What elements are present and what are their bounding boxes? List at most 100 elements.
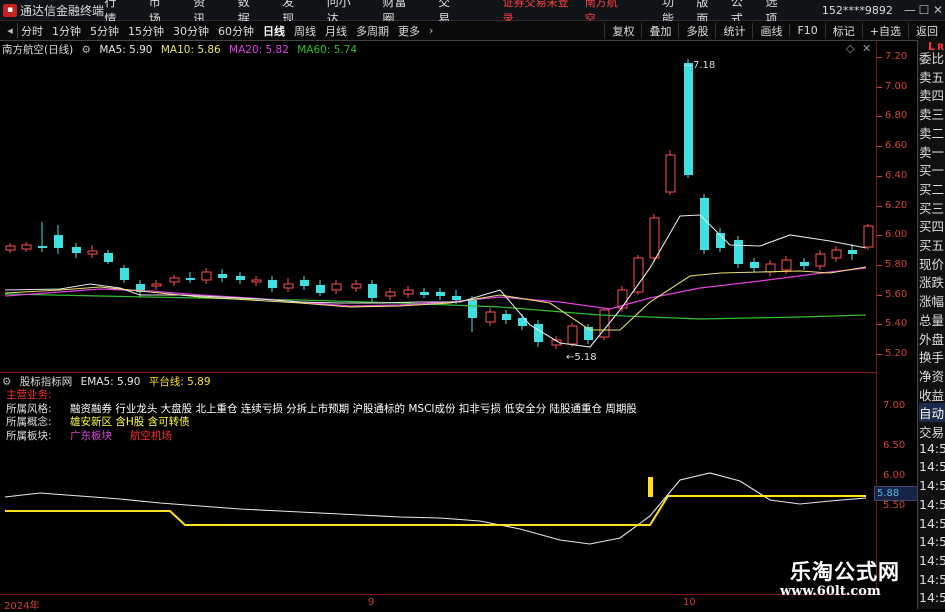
date-label-year: 2024年 — [4, 601, 40, 612]
period-multi[interactable]: 多周期 — [356, 23, 389, 39]
side-label[interactable]: 涨幅 — [919, 291, 945, 310]
side-label[interactable]: 14:56 — [919, 497, 945, 512]
ma20-line — [4, 267, 867, 310]
side-label[interactable]: 收益 — [919, 385, 945, 404]
side-label[interactable]: 换手 — [919, 347, 945, 366]
tool-biaoji[interactable]: 标记 — [824, 22, 862, 39]
high-price-annotation: —7.18 — [683, 60, 715, 71]
side-label[interactable]: 买一 — [919, 160, 945, 179]
period-weekly[interactable]: 周线 — [294, 23, 316, 39]
close-icon[interactable]: ✕ — [931, 3, 945, 17]
ma10-line — [4, 266, 867, 331]
candle-body — [54, 235, 63, 248]
side-label[interactable]: 14:56 — [919, 534, 945, 549]
tool-add-watchlist[interactable]: +自选 — [861, 22, 908, 39]
period-1min[interactable]: 1分钟 — [52, 23, 81, 39]
ema-line — [4, 472, 867, 545]
candle-body — [351, 283, 362, 289]
candle-body — [800, 262, 809, 266]
side-label[interactable]: 买二 — [919, 179, 945, 198]
indicator-current-value: 5.88 — [874, 486, 918, 501]
period-fenshi[interactable]: 分时 — [21, 23, 43, 39]
price-tick: 7.00 — [876, 80, 908, 92]
candle-body — [781, 259, 792, 271]
candle-body — [665, 154, 676, 193]
side-label[interactable]: 净资 — [919, 366, 945, 385]
side-label[interactable]: 卖一 — [919, 142, 945, 161]
candle-body — [468, 300, 477, 318]
side-label[interactable]: 总量 — [919, 310, 945, 329]
side-label[interactable]: 14:56 — [919, 441, 945, 456]
side-label[interactable]: 14:56 — [919, 459, 945, 474]
side-label[interactable]: 14:56 — [919, 572, 945, 587]
user-account[interactable]: 152****9892 — [822, 4, 893, 17]
period-monthly[interactable]: 月线 — [325, 23, 347, 39]
period-60min[interactable]: 60分钟 — [218, 23, 254, 39]
indicator-tick: 7.00 — [883, 400, 906, 411]
price-tick: 6.80 — [876, 110, 908, 122]
candle-body — [5, 245, 16, 251]
low-price-annotation: ←5.18 — [566, 352, 597, 363]
side-label[interactable]: 买三 — [919, 198, 945, 217]
tool-tongji[interactable]: 统计 — [715, 22, 752, 39]
side-label[interactable]: 14:56 — [919, 516, 945, 531]
period-more[interactable]: 更多 — [398, 23, 420, 39]
ma5-line — [4, 214, 867, 348]
candle-body — [268, 280, 277, 288]
side-label[interactable]: 卖四 — [919, 85, 945, 104]
candle-body — [236, 276, 245, 280]
candle-body — [385, 291, 396, 297]
date-axis: 2024年 9 10 — [0, 594, 876, 612]
candlestick-chart[interactable]: —7.18 ←5.18 — [0, 40, 876, 372]
price-tick: 6.00 — [876, 229, 908, 241]
side-label[interactable]: 自动 — [919, 403, 945, 423]
candle-body — [331, 283, 342, 291]
indicator-chart[interactable] — [0, 372, 876, 594]
period-5min[interactable]: 5分钟 — [90, 23, 119, 39]
tool-huaxian[interactable]: 画线 — [752, 22, 789, 39]
candle-body — [218, 274, 227, 278]
tool-fuquan[interactable]: 复权 — [604, 22, 641, 39]
minimize-icon[interactable]: — — [903, 3, 917, 17]
candle-body — [186, 278, 195, 280]
tool-diejia[interactable]: 叠加 — [641, 22, 678, 39]
side-label[interactable]: 委比 — [919, 48, 945, 67]
tool-f10[interactable]: F10 — [789, 24, 824, 37]
candle-body — [403, 289, 414, 295]
indicator-tick: 6.50 — [883, 440, 906, 451]
price-tick: 6.60 — [876, 140, 908, 152]
ma60-line — [4, 293, 867, 320]
side-label[interactable]: 14:56 — [919, 478, 945, 493]
candle-body — [368, 284, 377, 298]
candle-body — [750, 262, 759, 268]
panel-toggle-icon[interactable]: ◂ — [3, 23, 18, 38]
period-30min[interactable]: 30分钟 — [173, 23, 209, 39]
side-label[interactable]: 14:56 — [919, 590, 945, 605]
candle-body — [633, 257, 644, 293]
candle-body — [169, 277, 180, 283]
period-15min[interactable]: 15分钟 — [128, 23, 164, 39]
tool-back[interactable]: 返回 — [908, 22, 945, 39]
side-label[interactable]: 外盘 — [919, 329, 945, 348]
candle-body — [734, 240, 743, 264]
tool-duogu[interactable]: 多股 — [678, 22, 715, 39]
side-label[interactable]: 买五 — [919, 235, 945, 254]
maximize-icon[interactable]: ☐ — [917, 3, 931, 17]
chevron-right-icon[interactable]: › — [429, 24, 433, 37]
candle-body — [815, 253, 826, 267]
side-label[interactable]: 涨跌 — [919, 272, 945, 291]
menu-bar: ▪ 通达信金融终端 行情 市场 资讯 数据 发现 问小达 财富圈 交易 证券交易… — [0, 0, 945, 26]
candle-body — [863, 225, 874, 248]
candle-body — [38, 246, 47, 248]
period-daily[interactable]: 日线 — [263, 23, 285, 39]
candle-body — [201, 271, 212, 281]
candle-body — [316, 285, 325, 293]
side-label[interactable]: 14:56 — [919, 553, 945, 568]
side-label[interactable]: 现价 — [919, 254, 945, 273]
price-tick: 5.40 — [876, 318, 908, 330]
side-label[interactable]: 交易 — [919, 422, 945, 441]
side-label[interactable]: 卖三 — [919, 104, 945, 123]
side-label[interactable]: 买四 — [919, 216, 945, 235]
side-label[interactable]: 卖五 — [919, 67, 945, 86]
side-label[interactable]: 卖二 — [919, 123, 945, 142]
